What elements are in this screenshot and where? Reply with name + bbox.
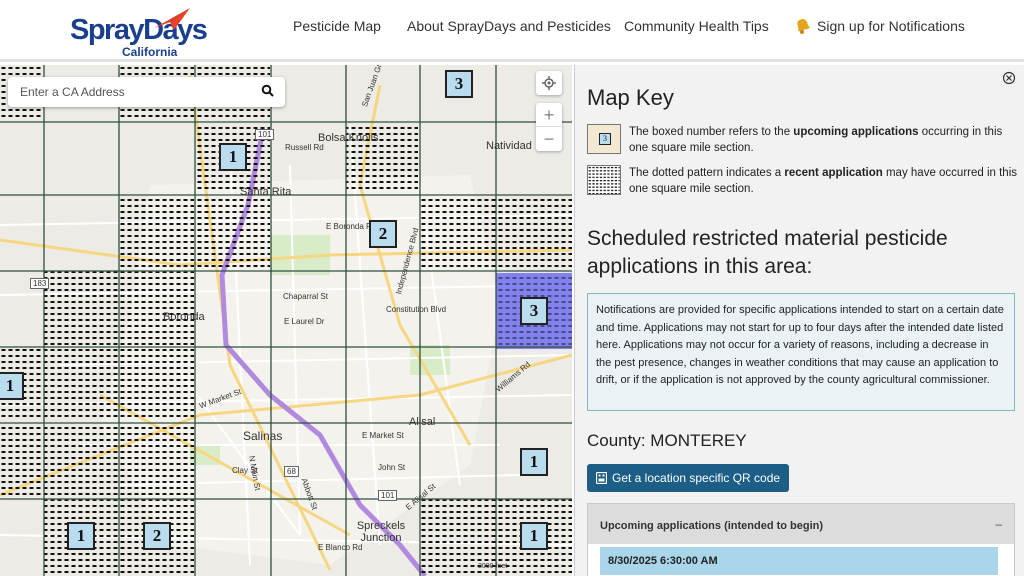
street-label: E Market St bbox=[362, 431, 404, 440]
locate-control[interactable] bbox=[536, 71, 562, 95]
place-santa-rita: Santa Rita bbox=[240, 186, 292, 198]
dotted-pattern-swatch bbox=[587, 165, 621, 195]
street-label: Russell Rd bbox=[285, 143, 324, 152]
qr-code-button[interactable]: Get a location specific QR code bbox=[587, 464, 790, 492]
nav-pesticide-map[interactable]: Pesticide Map bbox=[293, 18, 381, 34]
route-shield: 101 bbox=[378, 490, 398, 501]
collapse-toggle[interactable]: – bbox=[995, 517, 1002, 531]
map-sidebar: Map Key 3 The boxed number refers to the… bbox=[574, 65, 1024, 576]
section-count-label[interactable]: 2 bbox=[369, 220, 397, 248]
bell-icon[interactable] bbox=[793, 16, 813, 36]
county-name: County: MONTEREY bbox=[587, 431, 747, 450]
section-count-label[interactable]: 1 bbox=[67, 522, 95, 550]
spraydays-logo[interactable]: SprayDays California bbox=[68, 6, 208, 59]
qr-code-icon bbox=[595, 471, 608, 485]
address-search-input[interactable] bbox=[8, 77, 238, 107]
route-shield: 101 bbox=[255, 129, 275, 140]
search-icon[interactable] bbox=[261, 84, 275, 98]
map-scale: 2000 feet bbox=[478, 563, 508, 570]
pesticide-map[interactable]: Bolsa Knolls Natividad Santa Rita Borond… bbox=[0, 65, 572, 576]
street-label: E Laurel Dr bbox=[284, 317, 325, 326]
place-natividad: Natividad bbox=[486, 140, 532, 152]
list-item[interactable]: 8/30/2025 6:30:00 AM bbox=[600, 547, 998, 575]
section-count-label[interactable]: 2 bbox=[143, 522, 171, 550]
schedule-title: Scheduled restricted material pesticide … bbox=[587, 227, 948, 278]
place-boronda: Boronda bbox=[163, 311, 205, 323]
zoom-out-button[interactable]: − bbox=[536, 127, 562, 151]
qr-button-label: Get a location specific QR code bbox=[612, 471, 781, 485]
route-shield: 68 bbox=[284, 466, 299, 477]
place-bolsa-knolls: Bolsa Knolls bbox=[318, 132, 379, 144]
map-key-title: Map Key bbox=[587, 85, 674, 110]
address-search bbox=[8, 77, 285, 107]
logo-sub: California bbox=[122, 45, 178, 59]
zoom-in-button[interactable]: + bbox=[536, 103, 562, 127]
street-label: Clay St bbox=[232, 466, 258, 475]
close-icon[interactable] bbox=[1002, 71, 1016, 85]
section-count-label[interactable]: 3 bbox=[520, 297, 548, 325]
nav-about[interactable]: About SprayDays and Pesticides bbox=[407, 18, 611, 34]
upcoming-list: 8/30/2025 6:30:00 AM bbox=[588, 544, 1014, 576]
place-spreckels-junction: Spreckels Junction bbox=[356, 520, 406, 544]
nav-signup[interactable]: Sign up for Notifications bbox=[817, 18, 965, 34]
route-shield: 183 bbox=[30, 278, 50, 289]
swatch-number: 3 bbox=[599, 133, 611, 145]
section-count-label[interactable]: 3 bbox=[445, 70, 473, 98]
place-alisal: Alisal bbox=[409, 416, 436, 428]
notification-disclaimer: Notifications are provided for specific … bbox=[587, 293, 1015, 411]
dotted-key-text: The dotted pattern indicates a recent ap… bbox=[629, 167, 1018, 195]
boxed-number-swatch: 3 bbox=[587, 124, 621, 154]
street-label: Constitution Blvd bbox=[386, 305, 447, 314]
crosshair-icon[interactable] bbox=[536, 71, 562, 95]
section-count-label[interactable]: 1 bbox=[520, 522, 548, 550]
zoom-control: + − bbox=[536, 103, 562, 151]
site-header: SprayDays California Pesticide Map About… bbox=[0, 0, 1024, 62]
street-label: Chaparral St bbox=[283, 292, 328, 301]
nav-health-tips[interactable]: Community Health Tips bbox=[624, 18, 769, 34]
section-count-label[interactable]: 1 bbox=[0, 372, 24, 400]
place-salinas: Salinas bbox=[243, 429, 283, 443]
upcoming-applications-panel: Upcoming applications (intended to begin… bbox=[587, 503, 1015, 576]
section-count-label[interactable]: 1 bbox=[520, 448, 548, 476]
section-count-label[interactable]: 1 bbox=[219, 143, 247, 171]
boxed-key-text: The boxed number refers to the upcoming … bbox=[629, 126, 1003, 154]
paper-plane-icon bbox=[154, 8, 190, 30]
street-label: John St bbox=[378, 463, 406, 472]
street-label: E Blanco Rd bbox=[318, 543, 363, 552]
upcoming-header[interactable]: Upcoming applications (intended to begin… bbox=[600, 520, 823, 532]
